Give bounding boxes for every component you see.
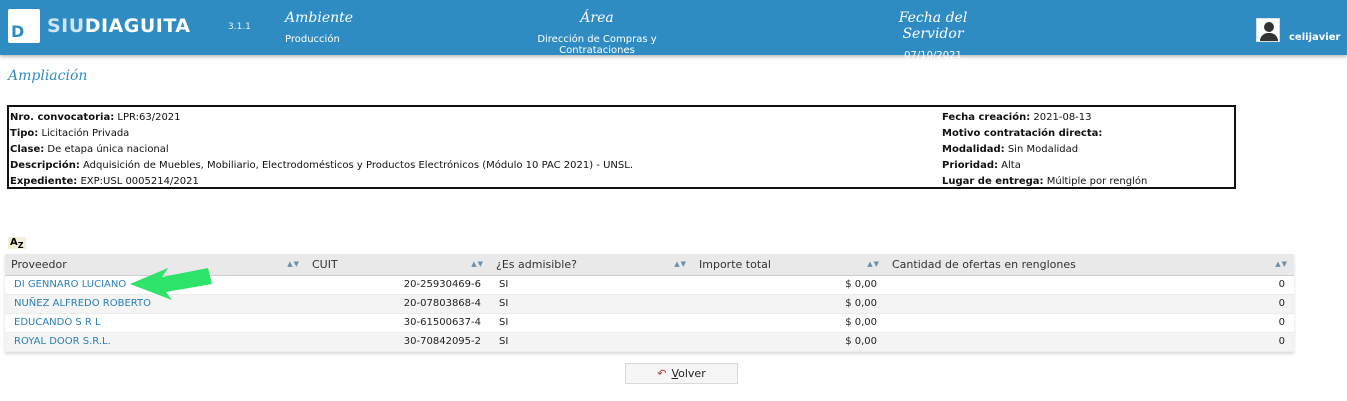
cuit-cell: 20-07803868-4 xyxy=(306,294,490,314)
col-header-admisible[interactable]: ¿Es admisible? ▲▼ xyxy=(490,254,693,276)
logo-text-diaguita: DIAGUITA xyxy=(84,15,191,37)
col-header-label: CUIT xyxy=(312,257,338,271)
summary-value: EXP:USL 0005214/2021 xyxy=(77,176,199,187)
summary-motivo: Motivo contratación directa: xyxy=(942,126,1147,142)
summary-label: Descripción: xyxy=(10,160,80,171)
summary-label: Tipo: xyxy=(10,128,39,139)
summary-value: Adquisición de Muebles, Mobiliario, Elec… xyxy=(79,160,634,171)
summary-descripcion: Descripción: Adquisición de Muebles, Mob… xyxy=(10,158,633,174)
user-menu[interactable]: celijavier xyxy=(1256,18,1340,44)
ambiente-title: Ambiente xyxy=(285,10,354,26)
sort-arrows-icon[interactable]: ▲▼ xyxy=(674,260,687,268)
summary-tipo: Tipo: Licitación Privada xyxy=(10,126,633,142)
col-header-label: Cantidad de ofertas en renglones xyxy=(892,257,1076,271)
summary-left-column: Nro. convocatoria: LPR:63/2021 Tipo: Lic… xyxy=(10,110,633,190)
col-header-label: ¿Es admisible? xyxy=(496,257,577,271)
summary-fecha-creacion: Fecha creación: 2021-08-13 xyxy=(942,110,1147,126)
summary-modalidad: Modalidad: Sin Modalidad xyxy=(942,142,1147,158)
admisible-cell: SI xyxy=(490,294,693,314)
volver-label: Volver xyxy=(671,367,705,380)
summary-value: LPR:63/2021 xyxy=(114,112,181,123)
app-logo[interactable]: D SIUDIAGUITA xyxy=(8,9,191,43)
summary-right-column: Fecha creación: 2021-08-13 Motivo contra… xyxy=(942,110,1147,190)
summary-value: Múltiple por renglón xyxy=(1043,176,1148,187)
proveedor-link[interactable]: EDUCANDO S R L xyxy=(5,313,306,333)
logo-text-siu: SIU xyxy=(47,15,85,37)
logo-text: SIUDIAGUITA xyxy=(47,15,191,37)
user-avatar-icon[interactable] xyxy=(1256,18,1280,42)
logo-mark-icon: D xyxy=(8,9,40,43)
annotation-arrow-icon xyxy=(130,268,212,300)
sort-arrows-icon[interactable]: ▲▼ xyxy=(867,260,880,268)
sort-az-sub: Z xyxy=(17,241,24,250)
summary-label: Fecha creación: xyxy=(942,112,1031,123)
cuit-cell: 30-61500637-4 xyxy=(306,313,490,333)
admisible-cell: SI xyxy=(490,275,693,295)
summary-value: De etapa única nacional xyxy=(44,144,169,155)
sort-az-icon[interactable]: AZ xyxy=(8,237,26,250)
summary-lugar-entrega: Lugar de entrega: Múltiple por renglón xyxy=(942,174,1147,190)
summary-prioridad: Prioridad: Alta xyxy=(942,158,1147,174)
app-header: D SIUDIAGUITA 3.1.1 Ambiente Producción … xyxy=(0,0,1347,61)
importe-cell: $ 0,00 xyxy=(693,332,886,352)
importe-cell: $ 0,00 xyxy=(693,313,886,333)
volver-button[interactable]: ↶ Volver xyxy=(625,363,738,384)
area-value: Dirección de Compras y Contrataciones xyxy=(537,34,657,56)
summary-value: Alta xyxy=(997,160,1021,171)
admisible-cell: SI xyxy=(490,332,693,352)
importe-cell: $ 0,00 xyxy=(693,294,886,314)
summary-nro-convocatoria: Nro. convocatoria: LPR:63/2021 xyxy=(10,110,633,126)
col-header-label: Importe total xyxy=(699,257,771,271)
ambiente-value: Producción xyxy=(285,34,340,45)
col-header-label: Proveedor xyxy=(11,257,67,271)
summary-label: Expediente: xyxy=(10,176,78,187)
cantidad-cell: 0 xyxy=(886,313,1294,333)
ambiente-section: Ambiente Producción xyxy=(285,10,353,45)
server-date-value: 07/10/2021 xyxy=(904,50,962,61)
summary-expediente: Expediente: EXP:USL 0005214/2021 xyxy=(10,174,633,190)
summary-label: Motivo contratación directa: xyxy=(942,128,1103,139)
server-date-title: Fecha del Servidor xyxy=(898,10,968,42)
cantidad-cell: 0 xyxy=(886,332,1294,352)
area-title: Área xyxy=(580,10,614,26)
convocatoria-summary: Nro. convocatoria: LPR:63/2021 Tipo: Lic… xyxy=(7,105,1236,189)
back-arrow-icon: ↶ xyxy=(657,367,667,380)
summary-value: 2021-08-13 xyxy=(1030,112,1092,123)
sort-arrows-icon[interactable]: ▲▼ xyxy=(287,260,300,268)
summary-value: Licitación Privada xyxy=(38,128,130,139)
sort-az-letter: A xyxy=(10,237,18,248)
cantidad-cell: 0 xyxy=(886,294,1294,314)
server-date-section: Fecha del Servidor 07/10/2021 xyxy=(866,10,1000,61)
importe-cell: $ 0,00 xyxy=(693,275,886,295)
username[interactable]: celijavier xyxy=(1289,32,1340,44)
proveedor-link[interactable]: ROYAL DOOR S.R.L. xyxy=(5,332,306,352)
logo-mark-letter: D xyxy=(11,22,25,41)
col-header-importe[interactable]: Importe total ▲▼ xyxy=(693,254,886,276)
summary-label: Nro. convocatoria: xyxy=(10,112,115,123)
summary-clase: Clase: De etapa única nacional xyxy=(10,142,633,158)
summary-label: Modalidad: xyxy=(942,144,1005,155)
annotation-arrow-shape xyxy=(130,268,212,300)
table-row: EDUCANDO S R L 30-61500637-4 SI $ 0,00 0 xyxy=(5,313,1294,333)
cantidad-cell: 0 xyxy=(886,275,1294,295)
summary-label: Clase: xyxy=(10,144,45,155)
sort-arrows-icon[interactable]: ▲▼ xyxy=(471,260,484,268)
summary-value: Sin Modalidad xyxy=(1004,144,1079,155)
table-row: ROYAL DOOR S.R.L. 30-70842095-2 SI $ 0,0… xyxy=(5,332,1294,352)
summary-label: Prioridad: xyxy=(942,160,998,171)
col-header-cantidad[interactable]: Cantidad de ofertas en renglones ▲▼ xyxy=(886,254,1294,276)
admisible-cell: SI xyxy=(490,313,693,333)
cuit-cell: 20-25930469-6 xyxy=(306,275,490,295)
volver-label-rest: olver xyxy=(678,367,706,380)
page-title: Ampliación xyxy=(8,68,88,84)
summary-label: Lugar de entrega: xyxy=(942,176,1044,187)
app-version: 3.1.1 xyxy=(228,22,251,32)
cuit-cell: 30-70842095-2 xyxy=(306,332,490,352)
col-header-cuit[interactable]: CUIT ▲▼ xyxy=(306,254,490,276)
area-section: Área Dirección de Compras y Contratacion… xyxy=(502,10,692,56)
sort-arrows-icon[interactable]: ▲▼ xyxy=(1275,260,1288,268)
